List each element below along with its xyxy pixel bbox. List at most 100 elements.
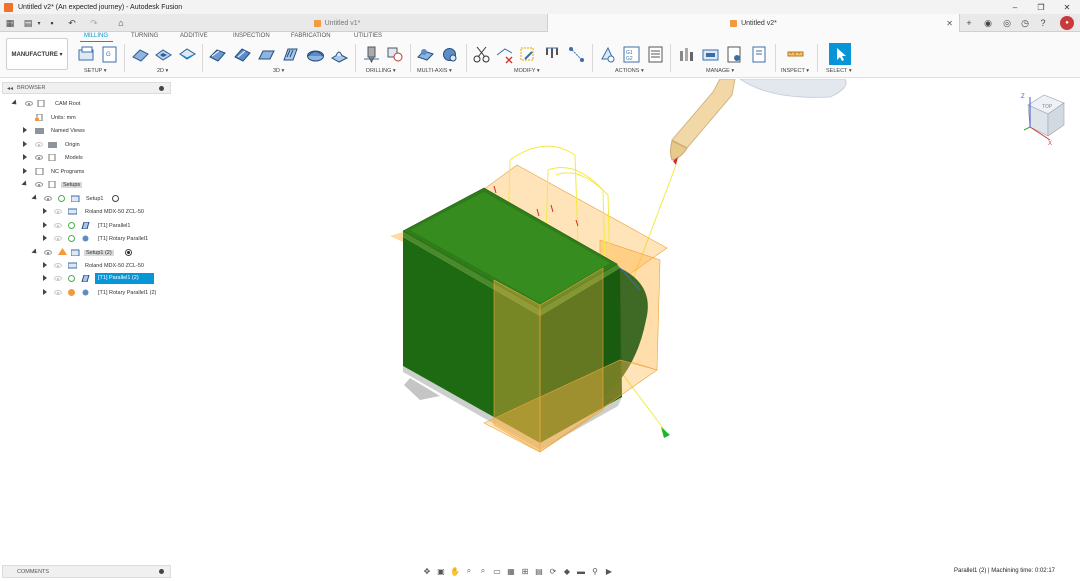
extensions-icon[interactable]: ◉	[982, 17, 994, 29]
tool-display-icon[interactable]: ⚲	[588, 566, 602, 576]
nc-program-icon[interactable]: G	[100, 45, 119, 64]
tab-inspection[interactable]: INSPECTION	[233, 33, 270, 39]
save-icon[interactable]: ▪	[46, 17, 58, 29]
post-library-icon[interactable]	[750, 45, 769, 64]
expand-arrow-icon[interactable]	[43, 262, 47, 268]
tree-item-units[interactable]: Units: mm	[10, 112, 170, 123]
restore-button[interactable]: ❐	[1028, 0, 1054, 14]
expand-arrow-icon[interactable]	[31, 248, 39, 256]
tree-item-models[interactable]: Models	[10, 152, 170, 163]
job-status-icon[interactable]: ◎	[1001, 17, 1013, 29]
simulation-display-icon[interactable]: ▶	[602, 566, 616, 576]
group-drilling-label[interactable]: DRILLING ▾	[366, 68, 396, 74]
workspace-switcher[interactable]: MANUFACTURE ▾	[6, 38, 68, 70]
expand-arrow-icon[interactable]	[43, 275, 47, 281]
select-cursor-icon[interactable]	[829, 43, 851, 65]
close-button[interactable]: ✕	[1054, 0, 1080, 14]
tab-fabrication[interactable]: FABRICATION	[291, 33, 331, 39]
visibility-eye-icon[interactable]	[35, 155, 43, 160]
group-inspect-label[interactable]: INSPECT ▾	[781, 68, 809, 74]
orbit-icon[interactable]: ✥	[420, 566, 434, 576]
expand-arrow-icon[interactable]	[43, 235, 47, 241]
setup-sheet-icon[interactable]	[646, 45, 665, 64]
expand-arrow-icon[interactable]	[31, 194, 39, 202]
activate-radio[interactable]	[112, 195, 119, 202]
expand-arrow-icon[interactable]	[43, 289, 47, 295]
undo-icon[interactable]: ↶	[66, 17, 78, 29]
active-radio-icon[interactable]	[125, 249, 132, 256]
visibility-eye-icon[interactable]	[35, 182, 43, 187]
tree-item-setup1[interactable]: Setup1	[10, 193, 170, 204]
tree-item-named-views[interactable]: Named Views	[10, 125, 170, 136]
expand-arrow-icon[interactable]	[43, 222, 47, 228]
tool-library-modify-icon[interactable]	[543, 45, 562, 64]
3d-parallel-icon[interactable]	[281, 45, 300, 64]
visibility-eye-icon[interactable]	[54, 276, 62, 281]
measure-icon[interactable]	[786, 45, 805, 64]
group-3d-label[interactable]: 3D ▾	[273, 68, 284, 74]
panel-pin-icon[interactable]	[159, 85, 164, 91]
home-icon[interactable]: ⌂	[115, 17, 127, 29]
user-avatar[interactable]: ●	[1060, 16, 1074, 30]
tree-item-nc-programs[interactable]: NC Programs	[10, 166, 170, 177]
rotate-view-icon[interactable]: ⟳	[546, 566, 560, 576]
viewports-icon[interactable]: ⊞	[518, 566, 532, 576]
tab-untitled-v2[interactable]: Untitled v2* ✕	[547, 14, 960, 32]
move-toolpath-icon[interactable]	[567, 45, 586, 64]
tree-item-setup1-2[interactable]: Setup1 (2)	[10, 247, 170, 258]
capture-position-icon[interactable]: ▣	[434, 566, 448, 576]
tree-item-rotary-parallel1[interactable]: [T1] Rotary Parallel1	[10, 233, 170, 244]
group-actions-label[interactable]: ACTIONS ▾	[615, 68, 644, 74]
group-2d-label[interactable]: 2D ▾	[157, 68, 168, 74]
zoom-icon[interactable]: ⌕	[476, 566, 490, 576]
tree-item-parallel1[interactable]: [T1] Parallel1	[10, 220, 170, 231]
group-manage-label[interactable]: MANAGE ▾	[706, 68, 734, 74]
toolpath-display-icon[interactable]: ◆	[560, 566, 574, 576]
stock-display-icon[interactable]: ▤	[532, 566, 546, 576]
expand-arrow-icon[interactable]	[23, 141, 27, 147]
panel-pin-icon[interactable]	[159, 569, 164, 574]
visibility-eye-icon[interactable]	[44, 196, 52, 201]
file-menu-dropdown-icon[interactable]: ▾	[33, 17, 45, 29]
3d-pocket-icon[interactable]	[233, 45, 252, 64]
redo-icon[interactable]: ↷	[88, 17, 100, 29]
expand-arrow-icon[interactable]	[21, 180, 29, 188]
browser-panel-header[interactable]: ◂◂ BROWSER	[2, 82, 171, 94]
view-cube[interactable]: TOP Z X	[1021, 94, 1065, 147]
visibility-eye-icon[interactable]	[35, 142, 43, 147]
visibility-eye-icon[interactable]	[54, 223, 62, 228]
zoom-window-icon[interactable]: ⌕	[462, 566, 476, 576]
tool-library-icon[interactable]	[677, 45, 696, 64]
tree-item-rotary-parallel1-2[interactable]: [T1] Rotary Parallel1 (2)	[10, 287, 170, 298]
machine-library-icon[interactable]	[701, 45, 720, 64]
expand-arrow-icon[interactable]	[23, 154, 27, 160]
tree-item-parallel1-2[interactable]: [T1] Parallel1 (2)	[10, 273, 170, 284]
2d-adaptive-icon[interactable]	[131, 45, 150, 64]
visibility-eye-icon[interactable]	[25, 101, 33, 106]
visibility-eye-icon[interactable]	[54, 263, 62, 268]
group-select-label[interactable]: SELECT ▾	[826, 68, 852, 74]
close-tab-icon[interactable]: ✕	[946, 19, 953, 28]
help-icon[interactable]: ?	[1037, 17, 1049, 29]
tab-milling[interactable]: MILLING	[84, 33, 108, 39]
machine-display-icon[interactable]: ▬	[574, 566, 588, 576]
3d-steep-shallow-icon[interactable]	[257, 45, 276, 64]
comments-panel-header[interactable]: COMMENTS	[2, 565, 171, 578]
new-setup-icon[interactable]	[77, 45, 96, 64]
swarf-icon[interactable]	[416, 45, 435, 64]
multi-axis-contour-icon[interactable]	[440, 45, 459, 64]
delete-toolpath-icon[interactable]	[495, 45, 514, 64]
visibility-eye-icon[interactable]	[54, 209, 62, 214]
2d-contour-icon[interactable]	[178, 45, 197, 64]
tab-untitled-v1[interactable]: Untitled v1*	[128, 14, 546, 32]
post-process-icon[interactable]: G1G2	[622, 45, 641, 64]
visibility-eye-icon[interactable]	[54, 290, 62, 295]
drill-icon[interactable]	[362, 45, 381, 64]
collapse-panel-icon[interactable]: ◂◂	[7, 85, 13, 92]
expand-arrow-icon[interactable]	[23, 127, 27, 133]
new-tab-icon[interactable]: +	[963, 17, 975, 29]
group-modify-label[interactable]: MODIFY ▾	[514, 68, 540, 74]
edit-toolpath-icon[interactable]	[518, 45, 537, 64]
tree-item-cam-root[interactable]: CAM Root	[10, 98, 170, 109]
tree-item-machine-2[interactable]: Roland MDX-50 ZCL-50	[10, 260, 170, 271]
